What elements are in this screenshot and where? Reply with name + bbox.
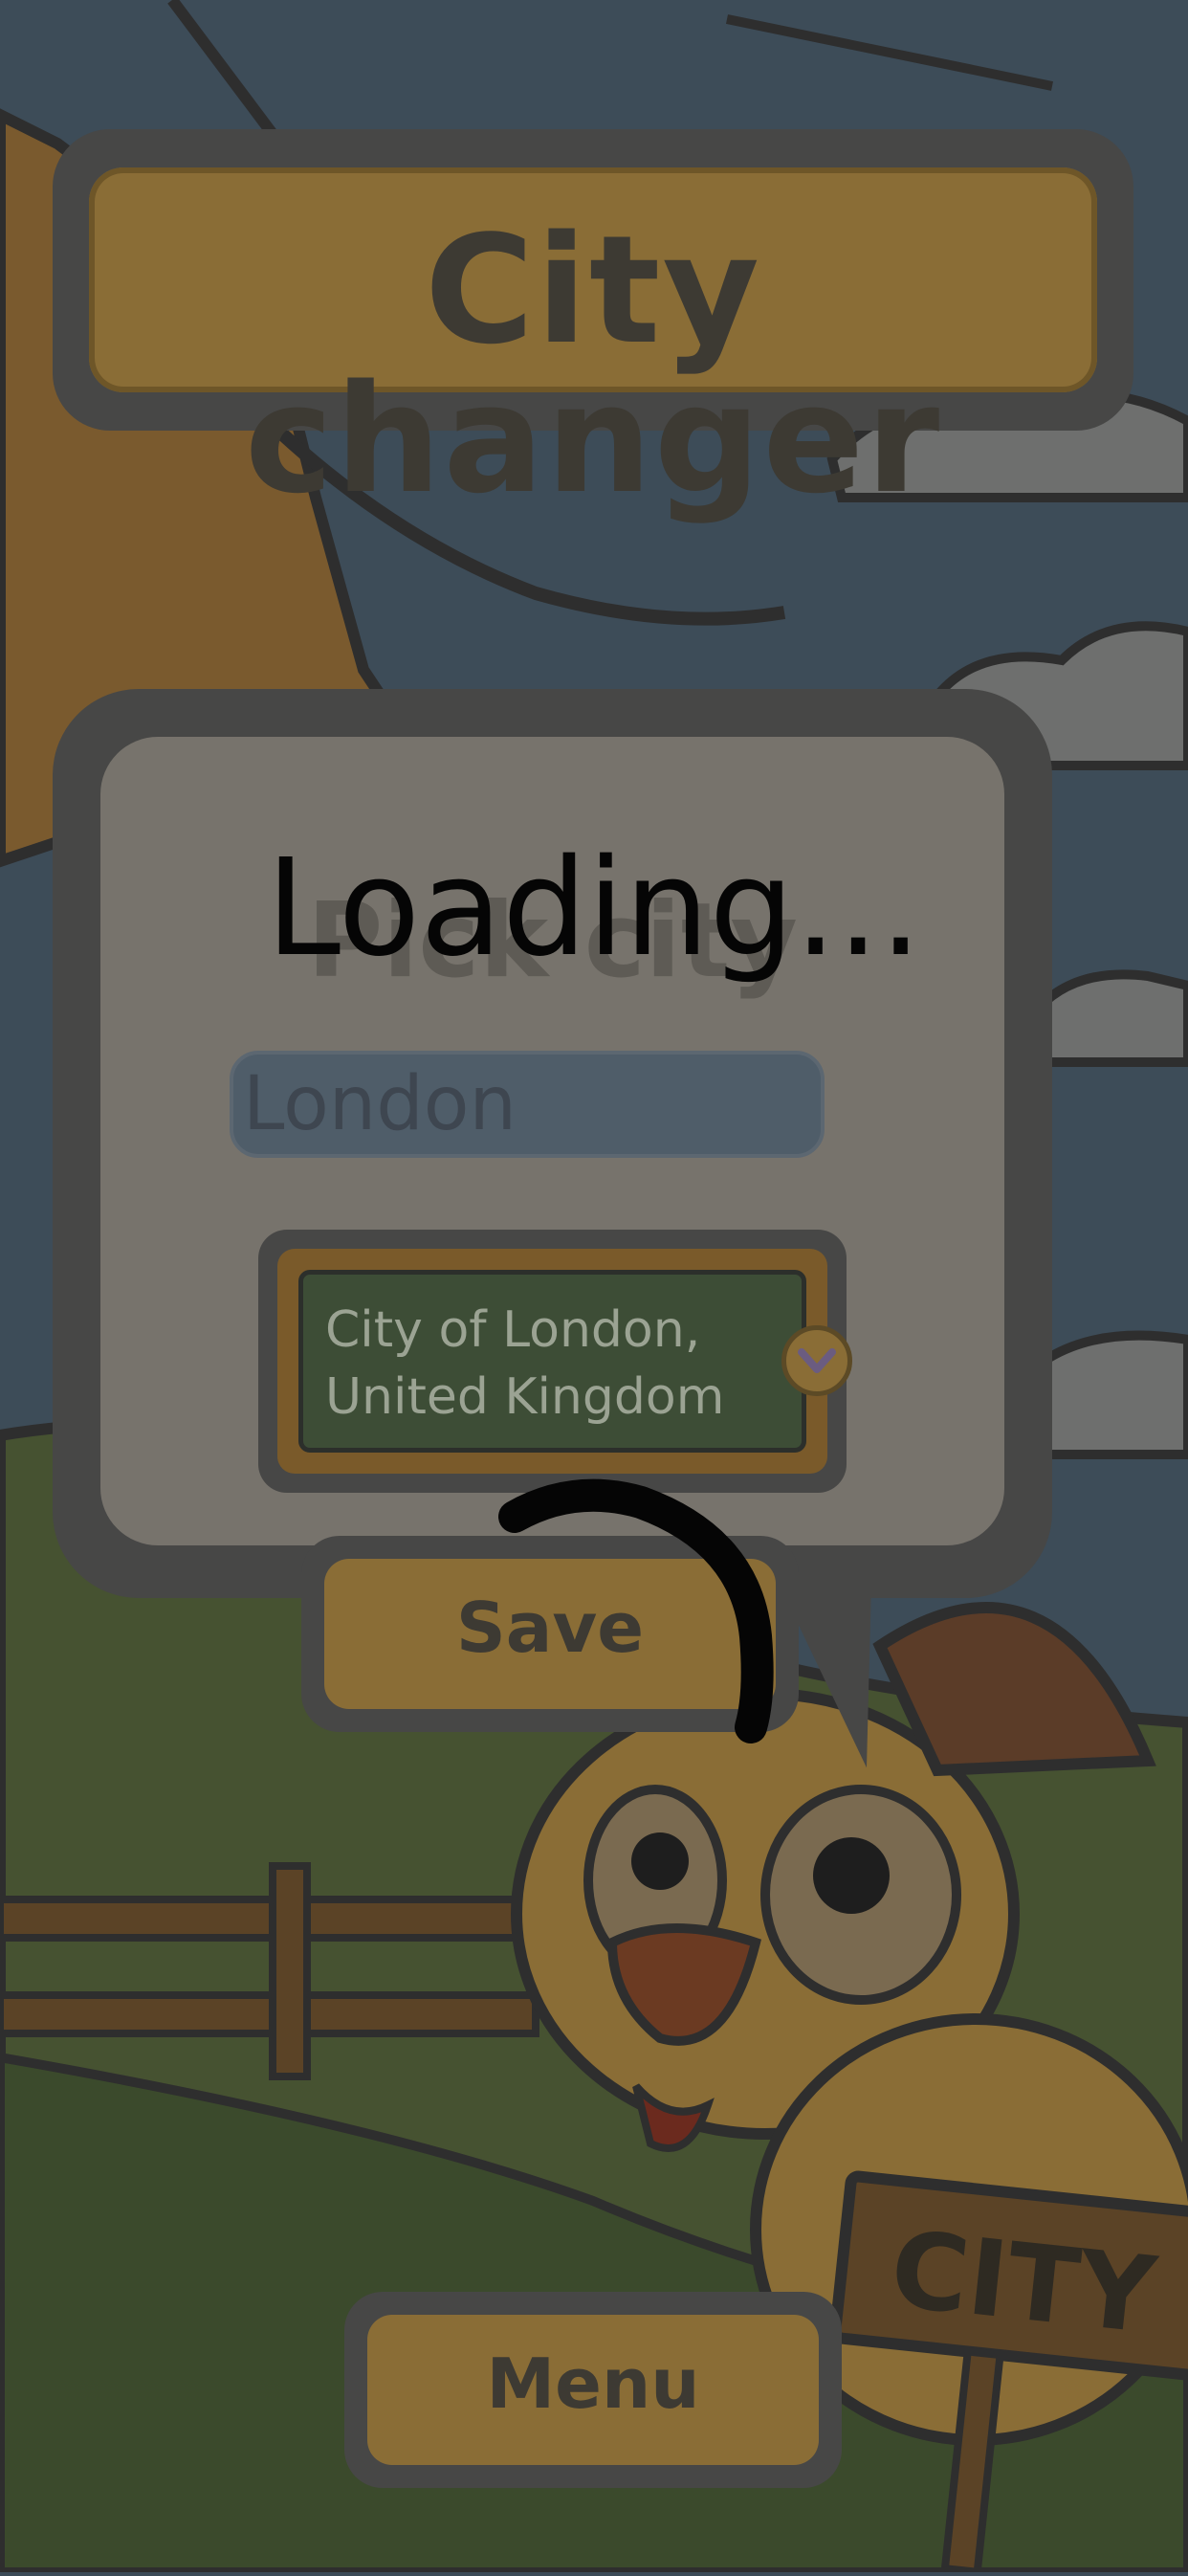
city-select-line2: United Kingdom [325, 1368, 725, 1426]
menu-button-label: Menu [486, 2343, 700, 2424]
city-search-input[interactable] [230, 1051, 825, 1158]
chevron-down-icon[interactable] [781, 1325, 852, 1396]
menu-button-fill: Menu [367, 2315, 819, 2465]
title-banner-fill: City changer [89, 167, 1097, 514]
loading-text: Loading... [266, 831, 922, 987]
page-title: City changer [244, 203, 942, 526]
menu-button[interactable]: Menu [344, 2292, 842, 2488]
title-banner: City changer [53, 129, 1133, 514]
loading-spinner-icon [498, 1478, 774, 1743]
city-select-value: City of London, United Kingdom [325, 1297, 727, 1431]
city-select-line1: City of London, [325, 1301, 701, 1359]
